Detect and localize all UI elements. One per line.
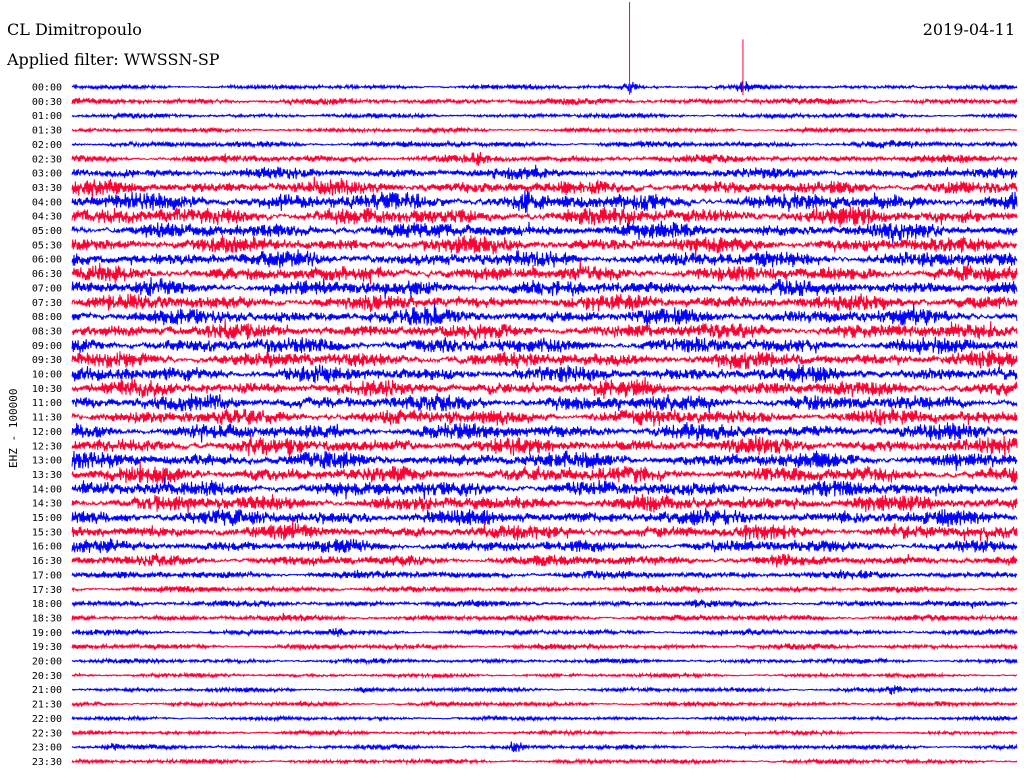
row-time-label: 16:30 — [32, 556, 62, 567]
trace-line-1500 — [71, 507, 1018, 528]
row-time-label: 10:30 — [32, 384, 62, 395]
row-time-label: 07:30 — [32, 298, 62, 309]
trace-line-0230 — [71, 151, 1018, 166]
trace-line-0600 — [71, 249, 1018, 269]
row-time-label: 23:00 — [32, 743, 62, 754]
row-time-label: 08:30 — [32, 326, 62, 337]
trace-line-1530 — [71, 519, 1018, 543]
trace-line-1100 — [71, 393, 1018, 414]
row-time-label: 06:30 — [32, 269, 62, 280]
row-time-label: 19:30 — [32, 642, 62, 653]
trace-line-2100 — [71, 685, 1018, 695]
row-time-label: 18:00 — [32, 599, 62, 610]
row-time-label: 04:00 — [32, 197, 62, 208]
trace-line-1300 — [71, 450, 1018, 471]
row-time-label: 22:30 — [32, 728, 62, 739]
trace-line-1930 — [71, 642, 1018, 651]
trace-line-0000 — [71, 81, 1018, 94]
row-time-label: 11:00 — [32, 398, 62, 409]
row-time-label: 00:30 — [32, 97, 62, 108]
trace-line-2330 — [71, 757, 1018, 766]
trace-line-0930 — [71, 349, 1018, 370]
trace-line-0900 — [71, 336, 1018, 355]
trace-line-1800 — [71, 599, 1018, 609]
row-time-label: 00:00 — [32, 83, 62, 94]
row-time-label: 07:00 — [32, 283, 62, 294]
trace-line-0130 — [71, 126, 1018, 135]
trace-line-1400 — [71, 477, 1018, 500]
trace-line-1900 — [71, 627, 1018, 637]
trace-line-0200 — [71, 139, 1018, 149]
row-time-label: 10:00 — [32, 370, 62, 381]
row-time-label: 19:00 — [32, 628, 62, 639]
row-time-label: 16:00 — [32, 542, 62, 553]
row-time-label: 02:30 — [32, 154, 62, 165]
trace-line-1030 — [71, 376, 1018, 400]
row-time-label: 14:30 — [32, 499, 62, 510]
row-time-label: 21:00 — [32, 685, 62, 696]
trace-line-1200 — [71, 422, 1018, 443]
trace-line-1700 — [71, 569, 1018, 580]
row-time-label: 17:30 — [32, 585, 62, 596]
trace-line-0730 — [71, 293, 1018, 312]
row-time-label: 11:30 — [32, 413, 62, 424]
row-time-label: 20:00 — [32, 657, 62, 668]
trace-line-0300 — [71, 164, 1018, 181]
trace-line-2000 — [71, 656, 1018, 666]
row-time-label: 22:00 — [32, 714, 62, 725]
row-time-label: 12:30 — [32, 441, 62, 452]
trace-line-0700 — [71, 277, 1018, 300]
trace-line-0400 — [71, 190, 1018, 213]
row-time-label: 13:30 — [32, 470, 62, 481]
trace-line-1730 — [71, 584, 1018, 594]
row-time-label: 21:30 — [32, 700, 62, 711]
trace-line-0100 — [71, 111, 1018, 120]
trace-group — [71, 2, 1018, 766]
trace-line-0830 — [71, 318, 1018, 341]
row-time-label: 03:00 — [32, 169, 62, 180]
row-time-label: 09:00 — [32, 341, 62, 352]
row-time-label: 23:30 — [32, 757, 62, 768]
row-time-label: 02:00 — [32, 140, 62, 151]
row-time-label: 20:30 — [32, 671, 62, 682]
trace-line-2030 — [71, 671, 1018, 680]
trace-line-1430 — [71, 493, 1018, 514]
row-time-label: 03:30 — [32, 183, 62, 194]
row-time-label: 15:30 — [32, 527, 62, 538]
trace-line-0030 — [71, 97, 1018, 106]
trace-line-2230 — [71, 728, 1018, 737]
trace-line-0430 — [71, 206, 1018, 229]
trace-line-1230 — [71, 434, 1018, 460]
trace-line-1600 — [71, 538, 1018, 554]
row-time-label: 18:30 — [32, 613, 62, 624]
row-time-label: 09:30 — [32, 355, 62, 366]
trace-line-2130 — [71, 699, 1018, 709]
trace-line-0530 — [71, 235, 1017, 258]
trace-line-1830 — [71, 612, 1018, 623]
tick-label-group: 00:00 00:30 01:00 01:30 02:00 02:30 03:00 03:30… — [32, 83, 62, 768]
row-time-label: 05:30 — [32, 240, 62, 251]
row-time-label: 17:00 — [32, 570, 62, 581]
helicorder-plot: 00:00 00:30 01:00 01:30 02:00 02:30 03:00 03:30… — [32, 2, 1018, 768]
row-time-label: 14:00 — [32, 484, 62, 495]
row-time-label: 01:30 — [32, 126, 62, 137]
row-time-label: 01:00 — [32, 111, 62, 122]
trace-line-2200 — [71, 714, 1018, 723]
trace-line-2300 — [71, 741, 1018, 753]
row-time-label: 12:00 — [32, 427, 62, 438]
row-time-label: 08:00 — [32, 312, 62, 323]
row-time-label: 06:00 — [32, 255, 62, 266]
row-time-label: 15:00 — [32, 513, 62, 524]
row-time-label: 05:00 — [32, 226, 62, 237]
trace-line-1130 — [71, 407, 1018, 427]
row-time-label: 13:00 — [32, 456, 62, 467]
trace-line-1000 — [71, 364, 1018, 384]
row-time-label: 04:30 — [32, 212, 62, 223]
trace-line-1630 — [71, 553, 1018, 568]
